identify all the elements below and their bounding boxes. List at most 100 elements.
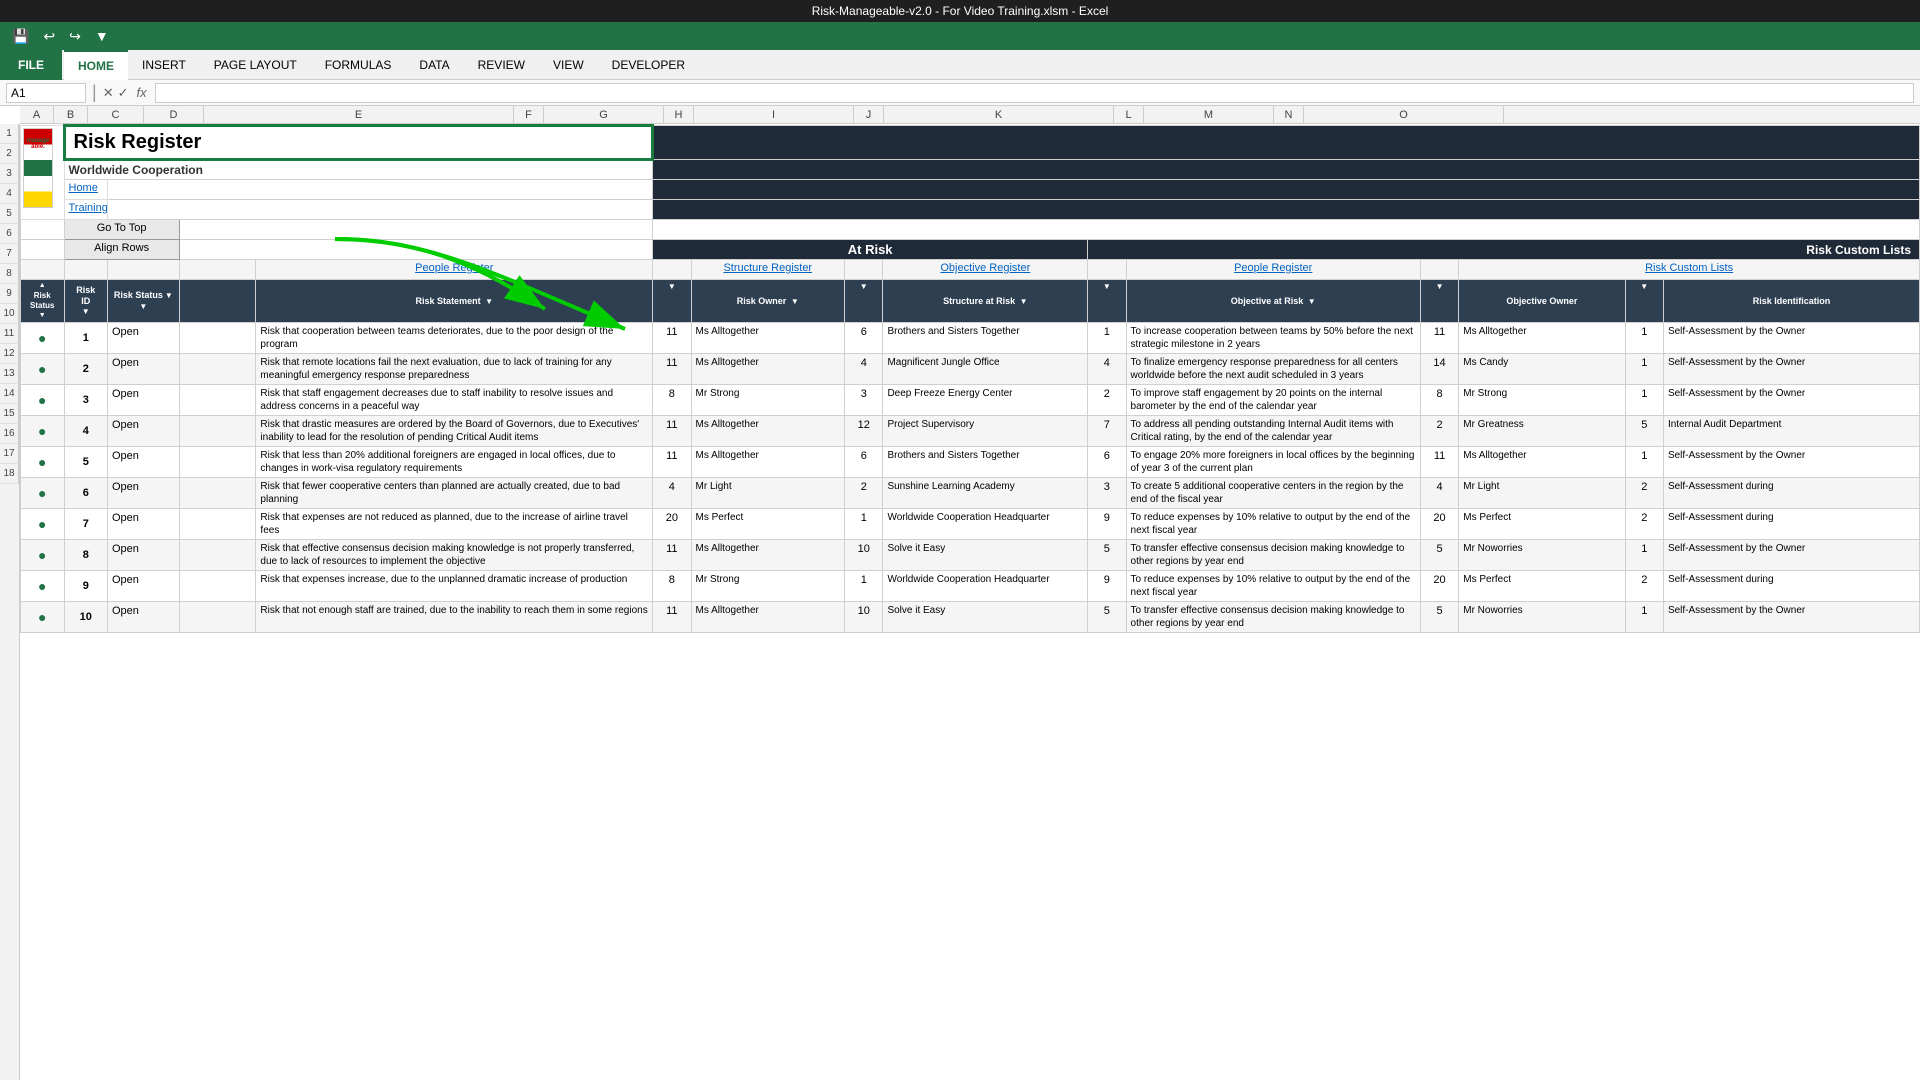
identification-num-cell: 5 — [1625, 415, 1663, 446]
risk-owner-cell: Mr Strong — [691, 384, 845, 415]
col-header-H[interactable]: H — [664, 106, 694, 123]
structure-register-link-cell[interactable]: Structure Register — [691, 260, 845, 280]
objective-num-cell: 3 — [1088, 477, 1126, 508]
cell-reference-input[interactable] — [6, 83, 86, 103]
structure-at-risk-cell: Project Supervisory — [883, 415, 1088, 446]
row-num-16: 16 — [0, 424, 19, 444]
formula-input[interactable] — [155, 83, 1914, 103]
col-header-O[interactable]: O — [1304, 106, 1504, 123]
tab-home[interactable]: HOME — [64, 50, 128, 80]
status-green-dot: ● — [38, 330, 46, 346]
objective-register-link[interactable]: Objective Register — [940, 262, 1030, 274]
table-row: ● 2 Open Risk that remote locations fail… — [21, 353, 1920, 384]
redo-icon[interactable]: ↪ — [65, 26, 85, 47]
risk-custom-lists-link-cell[interactable]: Risk Custom Lists — [1459, 260, 1920, 280]
formula-confirm-icon[interactable]: ✓ — [118, 85, 129, 101]
risk-id-cell: 4 — [64, 415, 108, 446]
col-header-B[interactable]: B — [54, 106, 88, 123]
status-indicator: ● — [21, 353, 65, 384]
owner-num-cell: 11 — [653, 539, 691, 570]
identification-num-cell: 2 — [1625, 508, 1663, 539]
col-header-N[interactable]: N — [1274, 106, 1304, 123]
structure-at-risk-cell: Solve it Easy — [883, 539, 1088, 570]
save-icon[interactable]: 💾 — [8, 26, 33, 47]
status-indicator: ● — [21, 477, 65, 508]
identification-num-cell: 2 — [1625, 477, 1663, 508]
tab-formulas[interactable]: FORMULAS — [311, 50, 406, 80]
status-green-dot: ● — [38, 516, 46, 532]
risk-custom-lists-header: Risk Custom Lists — [1088, 240, 1920, 260]
structure-register-link[interactable]: Structure Register — [723, 262, 812, 274]
objective-owner-num-cell: 2 — [1420, 415, 1458, 446]
main-table: risk manage able. Risk Register Worldwid… — [20, 124, 1920, 633]
tab-page-layout[interactable]: PAGE LAYOUT — [200, 50, 311, 80]
risk-status-cell: Open — [108, 477, 180, 508]
risk-custom-lists-link[interactable]: Risk Custom Lists — [1645, 262, 1733, 274]
objective-num-cell: 2 — [1088, 384, 1126, 415]
row-2: Worldwide Cooperation — [21, 160, 1920, 180]
owner-num-cell: 11 — [653, 446, 691, 477]
row-1: risk manage able. Risk Register — [21, 126, 1920, 160]
col-header-K[interactable]: K — [884, 106, 1114, 123]
table-row: ● 6 Open Risk that fewer cooperative cen… — [21, 477, 1920, 508]
people-register-link-1[interactable]: People Register — [415, 262, 493, 274]
objective-register-link-cell[interactable]: Objective Register — [883, 260, 1088, 280]
row-num-4: 4 — [0, 184, 19, 204]
quick-access-toolbar: 💾 ↩ ↪ ▼ — [0, 22, 1920, 50]
col-header-I[interactable]: I — [694, 106, 854, 123]
home-link[interactable]: Home — [69, 182, 98, 194]
owner-num-cell: 20 — [653, 508, 691, 539]
status-indicator: ● — [21, 539, 65, 570]
customize-icon[interactable]: ▼ — [91, 26, 113, 46]
risk-owner-cell: Ms Alltogether — [691, 539, 845, 570]
training-link-cell[interactable]: Training — [64, 200, 108, 220]
risk-statement-cell: Risk that remote locations fail the next… — [256, 353, 653, 384]
people-register-link-2[interactable]: People Register — [1234, 262, 1312, 274]
status-green-dot: ● — [38, 609, 46, 625]
undo-icon[interactable]: ↩ — [39, 26, 59, 47]
home-link-cell[interactable]: Home — [64, 180, 108, 200]
objective-at-risk-col-header: Objective at Risk ▼ — [1126, 280, 1420, 323]
risk-status-cell: Open — [108, 570, 180, 601]
col-header-D[interactable]: D — [144, 106, 204, 123]
tab-file[interactable]: FILE — [0, 50, 62, 80]
status-green-dot: ● — [38, 361, 46, 377]
objective-num-cell: 5 — [1088, 601, 1126, 632]
training-link[interactable]: Training — [69, 202, 108, 214]
go-to-top-button[interactable]: Go To Top — [64, 220, 179, 240]
table-row: ● 10 Open Risk that not enough staff are… — [21, 601, 1920, 632]
tab-data[interactable]: DATA — [405, 50, 463, 80]
tab-review[interactable]: REVIEW — [464, 50, 539, 80]
formula-cancel-icon[interactable]: ✕ — [103, 85, 114, 101]
col-header-F[interactable]: F — [514, 106, 544, 123]
tab-developer[interactable]: DEVELOPER — [598, 50, 699, 80]
col-header-G[interactable]: G — [544, 106, 664, 123]
risk-owner-cell: Mr Strong — [691, 570, 845, 601]
risk-statement-cell: Risk that staff engagement decreases due… — [256, 384, 653, 415]
owner-num-cell: 8 — [653, 384, 691, 415]
objective-num-cell: 4 — [1088, 353, 1126, 384]
structure-num-cell: 1 — [845, 570, 883, 601]
row-num-18: 18 — [0, 464, 19, 484]
col-header-C[interactable]: C — [88, 106, 144, 123]
formula-bar: | ✕ ✓ fx — [0, 80, 1920, 106]
status-indicator: ● — [21, 601, 65, 632]
col-header-J[interactable]: J — [854, 106, 884, 123]
logo-cell: risk manage able. — [21, 126, 65, 220]
col-header-L[interactable]: L — [1114, 106, 1144, 123]
risk-id-cell: 3 — [64, 384, 108, 415]
identification-num-cell: 1 — [1625, 322, 1663, 353]
col-header-A[interactable]: A — [20, 106, 54, 123]
people-register-link-1-cell[interactable]: People Register — [256, 260, 653, 280]
tab-view[interactable]: VIEW — [539, 50, 598, 80]
fx-label: fx — [137, 85, 147, 100]
tab-insert[interactable]: INSERT — [128, 50, 200, 80]
risk-id-cell: 10 — [64, 601, 108, 632]
people-register-link-2-cell[interactable]: People Register — [1126, 260, 1420, 280]
status-indicator: ● — [21, 570, 65, 601]
align-rows-button[interactable]: Align Rows — [64, 240, 179, 260]
col-header-M[interactable]: M — [1144, 106, 1274, 123]
col-header-E[interactable]: E — [204, 106, 514, 123]
objective-owner-cell: Ms Perfect — [1459, 508, 1625, 539]
structure-at-risk-cell: Sunshine Learning Academy — [883, 477, 1088, 508]
